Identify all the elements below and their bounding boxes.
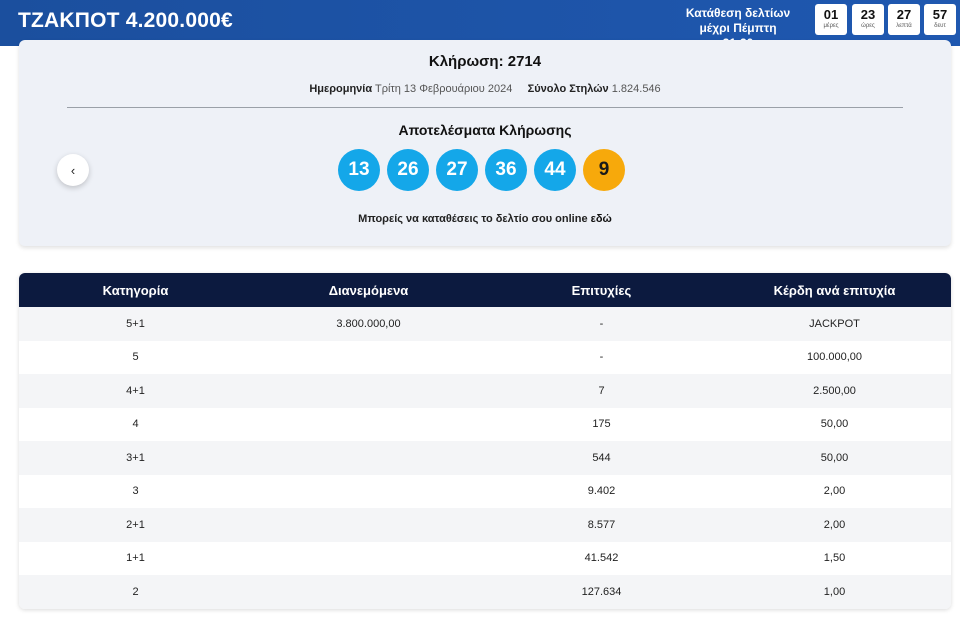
header-winners: Επιτυχίες bbox=[571, 282, 632, 298]
cell-distributed bbox=[252, 475, 485, 509]
countdown-value: 27 bbox=[896, 7, 912, 22]
header-category: Κατηγορία bbox=[102, 282, 169, 298]
cell-winners: 127.634 bbox=[581, 585, 622, 598]
table-row: 5 - 100.000,00 bbox=[19, 340, 951, 375]
cell-winners: 544 bbox=[592, 451, 611, 464]
cell-winners: - bbox=[599, 351, 604, 364]
number-ball: 44 bbox=[534, 149, 576, 191]
cell-distributed bbox=[252, 508, 485, 542]
joker-ball: 9 bbox=[583, 149, 625, 191]
countdown-unit: μέρες bbox=[823, 23, 839, 29]
number-ball: 13 bbox=[338, 149, 380, 191]
countdown-value: 23 bbox=[860, 7, 876, 22]
cell-prize: 50,00 bbox=[820, 418, 849, 431]
online-link[interactable]: εδώ bbox=[591, 213, 612, 225]
table-row: 1+1 41.542 1,50 bbox=[19, 541, 951, 576]
header-prize: Κέρδη ανά επιτυχία bbox=[773, 282, 896, 298]
cell-prize: 1,00 bbox=[823, 585, 846, 598]
cell-prize: 100.000,00 bbox=[806, 351, 863, 364]
cell-winners: 175 bbox=[592, 418, 611, 431]
countdown-value: 01 bbox=[823, 7, 839, 22]
columns-label: Σύνολο Στηλών bbox=[527, 83, 609, 95]
draw-title: Κλήρωση: 2714 bbox=[428, 53, 542, 70]
cell-category: 4 bbox=[132, 418, 139, 431]
online-text: Μπορείς να καταθέσεις το δελτίο σου onli… bbox=[358, 213, 588, 225]
cell-prize: 2,00 bbox=[823, 485, 846, 498]
table-row: 3+1 544 50,00 bbox=[19, 441, 951, 475]
chevron-left-icon: ‹ bbox=[70, 162, 76, 178]
number-ball: 26 bbox=[387, 149, 429, 191]
countdown-hours: 23 ώρες bbox=[852, 4, 884, 35]
divider bbox=[67, 107, 903, 108]
cell-prize: 2.500,00 bbox=[813, 384, 856, 397]
countdown-unit: δευτ bbox=[934, 23, 946, 29]
winning-numbers: 13 26 27 36 44 9 bbox=[338, 149, 625, 191]
previous-draw-button[interactable]: ‹ bbox=[57, 154, 89, 186]
countdown-minutes: 27 λεπτά bbox=[888, 4, 920, 35]
cell-distributed bbox=[252, 575, 485, 609]
cell-distributed bbox=[252, 374, 485, 408]
countdown-unit: λεπτά bbox=[896, 23, 912, 29]
cell-category: 4+1 bbox=[126, 384, 145, 397]
draw-card: Κλήρωση: 2714 Ημερομηνία Τρίτη 13 Φεβρου… bbox=[19, 40, 951, 246]
countdown-value: 57 bbox=[932, 7, 948, 22]
countdown-unit: ώρες bbox=[861, 23, 875, 29]
cell-prize: JACKPOT bbox=[809, 317, 860, 330]
cell-winners: - bbox=[599, 317, 604, 330]
cell-distributed bbox=[252, 542, 485, 576]
number-ball: 36 bbox=[485, 149, 527, 191]
cell-distributed bbox=[252, 408, 485, 442]
table-row: 4+1 7 2.500,00 bbox=[19, 374, 951, 408]
cell-category: 2+1 bbox=[126, 518, 145, 531]
table-row: 4 175 50,00 bbox=[19, 407, 951, 442]
prize-table: Κατηγορία Διανεμόμενα Επιτυχίες Κέρδη αν… bbox=[19, 273, 951, 609]
cell-distributed: 3.800.000,00 bbox=[336, 317, 401, 330]
results-title: Αποτελέσματα Κλήρωσης bbox=[398, 122, 572, 138]
date-label: Ημερομηνία bbox=[309, 83, 373, 95]
cell-category: 2 bbox=[132, 585, 139, 598]
cell-winners: 7 bbox=[598, 384, 605, 397]
cell-category: 5 bbox=[132, 351, 139, 364]
online-note: Μπορείς να καταθέσεις το δελτίο σου onli… bbox=[19, 213, 951, 225]
countdown-days: 01 μέρες bbox=[815, 4, 847, 35]
date-value: Τρίτη 13 Φεβρουάριου 2024 bbox=[374, 83, 513, 95]
cell-prize: 1,50 bbox=[823, 552, 846, 565]
cell-winners: 8.577 bbox=[587, 518, 616, 531]
cell-winners: 41.542 bbox=[584, 552, 619, 565]
cell-prize: 50,00 bbox=[820, 451, 849, 464]
table-row: 3 9.402 2,00 bbox=[19, 474, 951, 509]
cell-category: 3+1 bbox=[126, 451, 145, 464]
header-distributed: Διανεμόμενα bbox=[328, 282, 409, 298]
cell-distributed bbox=[252, 441, 485, 475]
table-row: 2 127.634 1,00 bbox=[19, 575, 951, 609]
table-header: Κατηγορία Διανεμόμενα Επιτυχίες Κέρδη αν… bbox=[19, 273, 951, 307]
columns-value: 1.824.546 bbox=[611, 83, 661, 95]
cell-winners: 9.402 bbox=[587, 485, 616, 498]
countdown-seconds: 57 δευτ bbox=[924, 4, 956, 35]
table-body: 5+1 3.800.000,00 - JACKPOT 5 - 100.000,0… bbox=[19, 307, 951, 609]
jackpot-amount: ΤΖΑΚΠΟΤ 4.200.000€ bbox=[18, 9, 233, 32]
cell-category: 5+1 bbox=[126, 317, 145, 330]
cell-category: 3 bbox=[132, 485, 139, 498]
table-row: 2+1 8.577 2,00 bbox=[19, 508, 951, 542]
cell-category: 1+1 bbox=[126, 552, 145, 565]
table-row: 5+1 3.800.000,00 - JACKPOT bbox=[19, 307, 951, 341]
cell-distributed bbox=[252, 341, 485, 375]
deadline-line-1: Κατάθεση δελτίων bbox=[685, 6, 791, 20]
number-ball: 27 bbox=[436, 149, 478, 191]
cell-prize: 2,00 bbox=[823, 518, 846, 531]
draw-meta: Ημερομηνία Τρίτη 13 Φεβρουάριου 2024 Σύν… bbox=[19, 83, 951, 95]
